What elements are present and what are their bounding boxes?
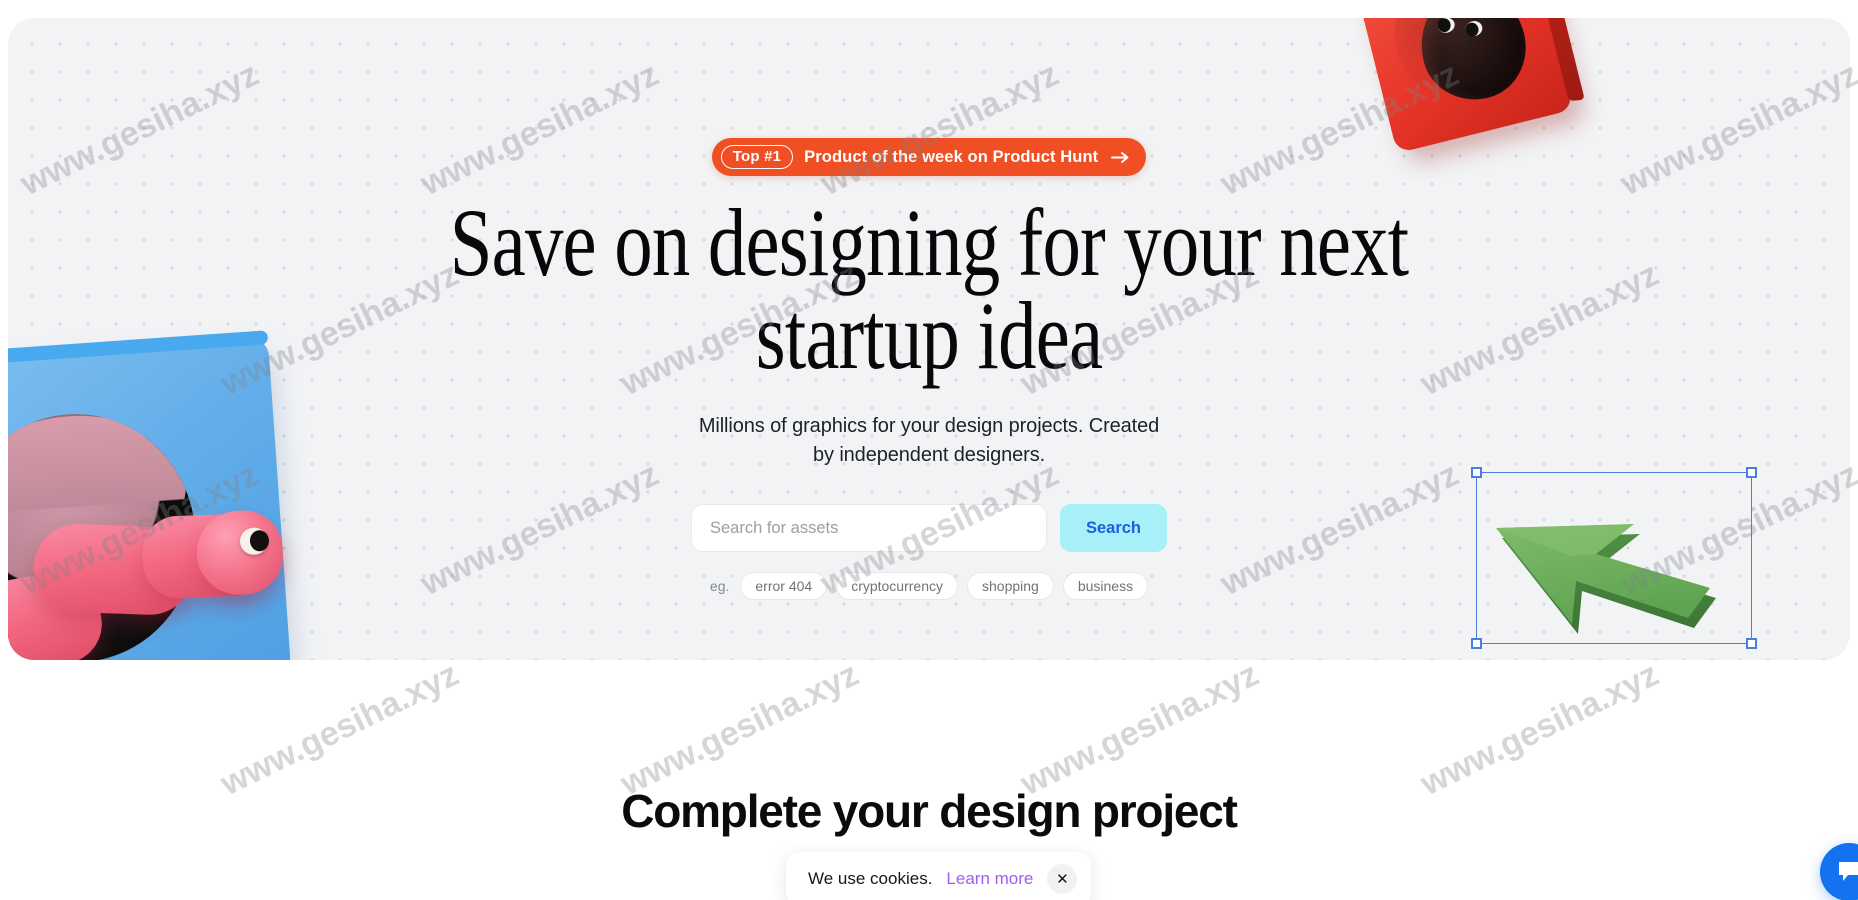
hero-subtitle: Millions of graphics for your design pro…	[698, 415, 1160, 467]
watermark-text: www.gesiha.xyz	[1414, 655, 1665, 804]
tag-chip[interactable]: cryptocurrency	[836, 572, 958, 601]
section-title: Complete your design project	[621, 785, 1238, 837]
cookie-learn-more-link[interactable]: Learn more	[946, 869, 1033, 889]
watermark-text: www.gesiha.xyz	[214, 655, 465, 804]
arrow-right-icon	[1111, 151, 1130, 164]
chat-widget-button[interactable]	[1820, 843, 1858, 900]
tag-chip[interactable]: business	[1062, 572, 1149, 601]
watermark-text: www.gesiha.xyz	[614, 655, 865, 804]
product-hunt-badge[interactable]: Top #1 Product of the week on Product Hu…	[711, 138, 1147, 176]
product-hunt-rank: Top #1	[720, 145, 794, 169]
hero-section: Top #1 Product of the week on Product Hu…	[8, 18, 1850, 660]
close-icon[interactable]: ✕	[1047, 864, 1078, 894]
example-tags: eg. error 404 cryptocurrency shopping bu…	[709, 572, 1149, 601]
tag-chip[interactable]: error 404	[740, 572, 828, 601]
selection-handle-bottom-left[interactable]	[1471, 638, 1482, 649]
selection-handle-bottom-right[interactable]	[1746, 638, 1757, 649]
hero-content: Top #1 Product of the week on Product Hu…	[8, 18, 1850, 601]
product-hunt-label: Product of the week on Product Hunt	[804, 147, 1099, 166]
search-input[interactable]	[690, 504, 1047, 553]
page-title: Save on designing for your next startup …	[449, 189, 1409, 390]
watermark-text: www.gesiha.xyz	[1014, 655, 1265, 804]
tag-chip[interactable]: shopping	[967, 572, 1054, 601]
chat-bubble-icon	[1839, 862, 1858, 881]
tags-label: eg.	[709, 578, 730, 595]
search-button[interactable]: Search	[1059, 504, 1168, 553]
cookie-banner: We use cookies. Learn more ✕	[786, 852, 1092, 900]
page-root: Top #1 Product of the week on Product Hu…	[0, 0, 1858, 900]
cookie-text: We use cookies.	[808, 869, 933, 888]
search-row: Search	[690, 504, 1168, 553]
